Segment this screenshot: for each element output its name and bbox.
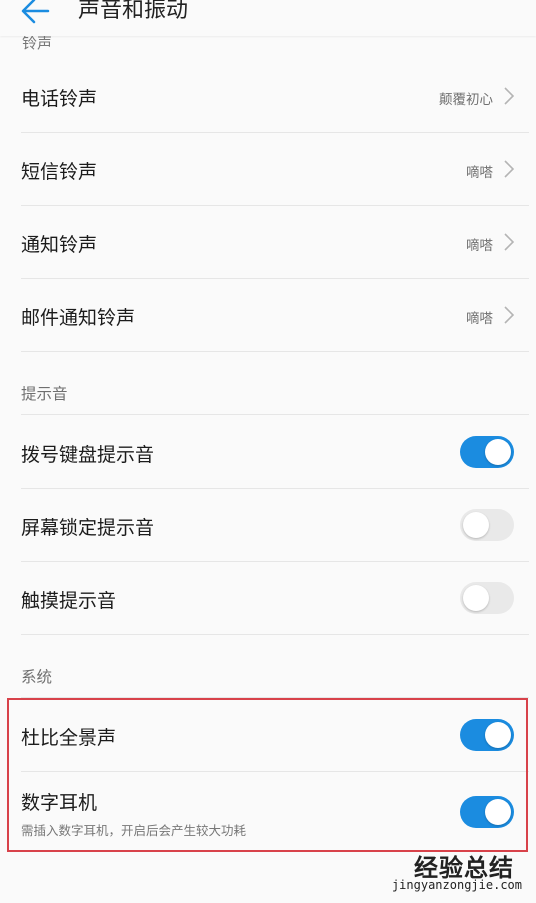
toggle-knob <box>485 799 511 825</box>
digital-headset-toggle[interactable] <box>460 796 514 828</box>
chevron-right-icon <box>504 233 515 251</box>
row-label: 邮件通知铃声 <box>21 307 136 329</box>
divider <box>21 351 529 352</box>
divider <box>21 634 529 635</box>
chevron-right-icon <box>504 87 515 105</box>
setting-row-screen-lock-tone: 屏幕锁定提示音 <box>0 489 536 561</box>
row-label: 电话铃声 <box>21 88 98 110</box>
toggle-knob <box>485 722 511 748</box>
setting-row-digital-headset: 数字耳机 需插入数字耳机，开启后会产生较大功耗 <box>0 772 536 850</box>
ringtone-row-sms[interactable]: 短信铃声 嘀嗒 <box>0 133 536 205</box>
chevron-right-icon <box>504 160 515 178</box>
ringtone-row-notification[interactable]: 通知铃声 嘀嗒 <box>0 206 536 278</box>
ringtone-row-email[interactable]: 邮件通知铃声 嘀嗒 <box>0 279 536 351</box>
row-value: 颠覆初心 <box>439 92 493 108</box>
row-label: 杜比全景声 <box>21 727 117 749</box>
toggle-knob <box>463 585 489 611</box>
page-title: 声音和振动 <box>78 0 189 23</box>
section-title-tones: 提示音 <box>21 385 68 403</box>
chevron-right-icon <box>504 306 515 324</box>
row-value: 嘀嗒 <box>466 238 493 254</box>
row-label: 触摸提示音 <box>21 590 117 612</box>
watermark: 经验总结 jingyanzongjie.com <box>352 848 522 898</box>
row-value: 嘀嗒 <box>466 311 493 327</box>
divider <box>21 697 529 698</box>
ringtone-row-phone[interactable]: 电话铃声 颠覆初心 <box>0 60 536 132</box>
row-description: 需插入数字耳机，开启后会产生较大功耗 <box>21 823 247 838</box>
dolby-atmos-toggle[interactable] <box>460 719 514 751</box>
row-label: 拨号键盘提示音 <box>21 444 155 466</box>
touch-tone-toggle[interactable] <box>460 582 514 614</box>
row-value: 嘀嗒 <box>466 165 493 181</box>
row-label: 数字耳机 <box>21 792 98 814</box>
section-title-system: 系统 <box>21 668 53 686</box>
screen-lock-tone-toggle[interactable] <box>460 509 514 541</box>
setting-row-dialpad-tone: 拨号键盘提示音 <box>0 415 536 488</box>
row-label: 通知铃声 <box>21 234 98 256</box>
toggle-knob <box>485 439 511 465</box>
back-arrow-icon[interactable] <box>18 0 52 28</box>
app-header: 声音和振动 <box>0 0 536 36</box>
row-label: 屏幕锁定提示音 <box>21 517 155 539</box>
toggle-knob <box>463 512 489 538</box>
setting-row-dolby-atmos: 杜比全景声 <box>0 700 536 771</box>
dialpad-tone-toggle[interactable] <box>460 436 514 468</box>
setting-row-touch-tone: 触摸提示音 <box>0 562 536 634</box>
watermark-url: jingyanzongjie.com <box>391 878 522 892</box>
row-label: 短信铃声 <box>21 161 98 183</box>
